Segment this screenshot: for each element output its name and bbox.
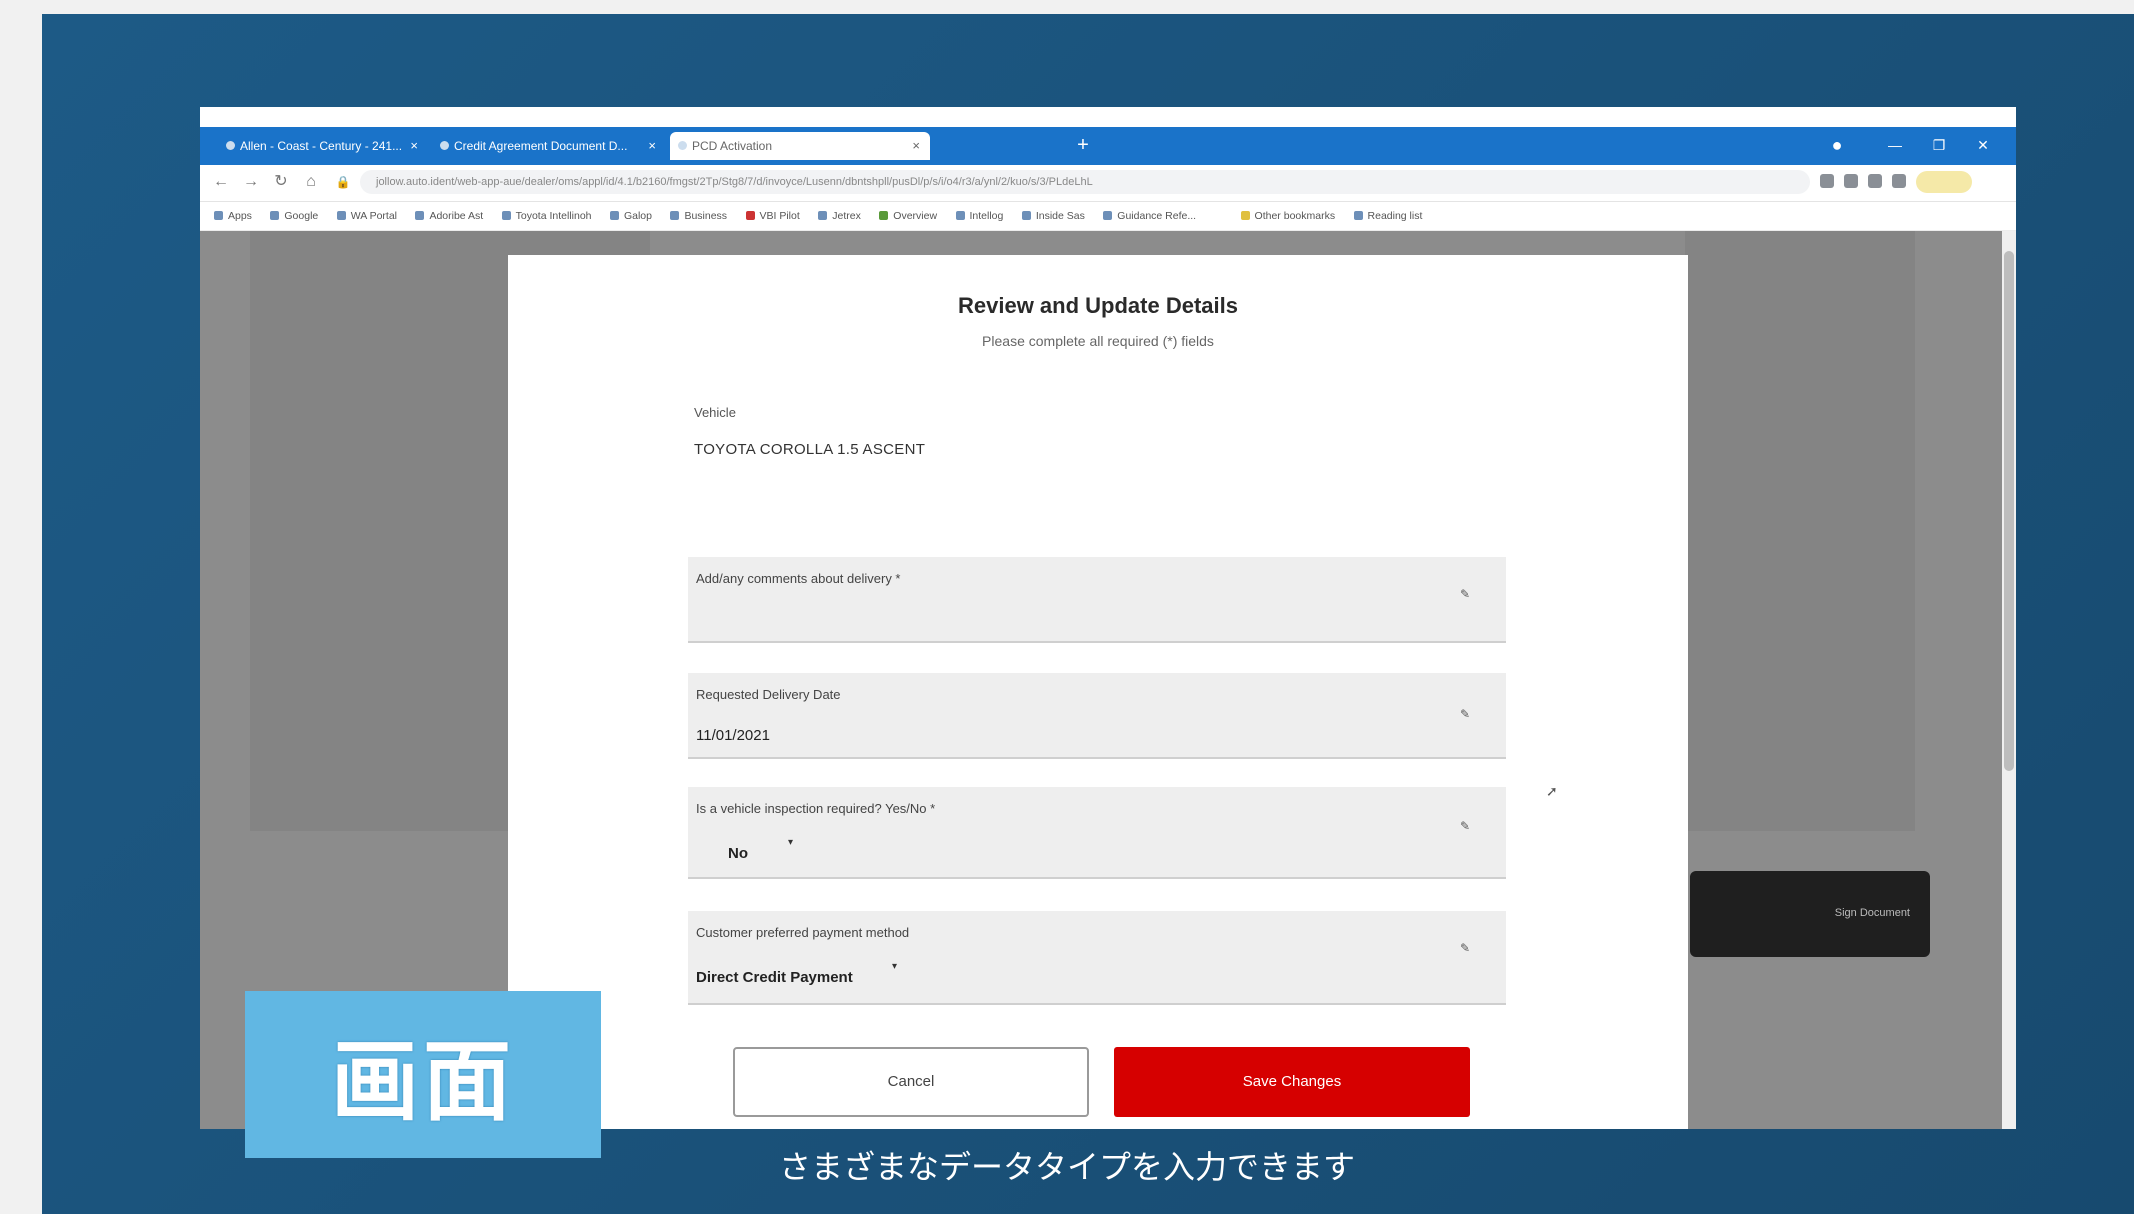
edit-pencil-icon[interactable]: ✎	[1460, 707, 1470, 721]
bookmark-favicon-icon	[955, 211, 965, 220]
close-tab-icon[interactable]: ×	[912, 132, 920, 160]
bookmark-favicon-icon	[270, 211, 280, 220]
bookmark-favicon-icon	[670, 211, 680, 220]
bookmark-item[interactable]: Adoribe Ast	[415, 202, 483, 230]
mouse-cursor-icon: ➚	[1546, 783, 1558, 799]
scrollbar[interactable]	[2002, 231, 2016, 1129]
bookmark-favicon-icon	[1021, 211, 1031, 220]
extension-icon[interactable]	[1868, 174, 1882, 188]
dropdown-caret-icon[interactable]: ▾	[892, 961, 897, 972]
tab-credit-agreement[interactable]: Credit Agreement Document D... ×	[432, 132, 666, 160]
bookmark-item[interactable]: VBI Pilot	[745, 202, 800, 230]
vehicle-label: Vehicle	[694, 405, 736, 420]
extension-icon[interactable]	[1844, 174, 1858, 188]
modal-title: Review and Update Details	[958, 293, 1238, 318]
video-caption: さまざまなデータタイプを入力できます	[778, 1148, 1355, 1186]
bookmark-item[interactable]: Business	[670, 202, 727, 230]
bookmark-favicon-icon	[609, 211, 619, 220]
screen-label-badge: 画面	[245, 991, 601, 1158]
close-tab-icon[interactable]: ×	[410, 132, 418, 160]
bookmarks-bar: Apps Google WA Portal Adoribe Ast Toyota…	[200, 202, 2016, 231]
edit-pencil-icon[interactable]: ✎	[1460, 587, 1470, 601]
field-label: Customer preferred payment method	[696, 925, 910, 940]
modal-subtitle: Please complete all required (*) fields	[982, 333, 1214, 349]
tab-favicon-icon	[440, 141, 449, 150]
address-bar[interactable]: jollow.auto.ident/web-app-aue/dealer/oms…	[360, 170, 1810, 194]
payment-method-select[interactable]: Customer preferred payment method Direct…	[688, 911, 1506, 1005]
edit-pencil-icon[interactable]: ✎	[1460, 819, 1470, 833]
toast-label: Sign Document	[1834, 907, 1910, 919]
profile-button[interactable]	[1916, 171, 1972, 193]
reload-icon[interactable]: ↻	[270, 171, 292, 193]
tab-favicon-icon	[226, 141, 235, 150]
bookmark-item[interactable]: WA Portal	[336, 202, 397, 230]
bookmark-item[interactable]: Guidance Refe...	[1103, 202, 1196, 230]
toolbar: ← → ↻ ⌂ 🔒 jollow.auto.ident/web-app-aue/…	[200, 165, 2016, 202]
tab-label: Credit Agreement Document D...	[454, 139, 628, 153]
vehicle-value: TOYOTA COROLLA 1.5 ASCENT	[694, 441, 926, 458]
home-icon[interactable]: ⌂	[300, 171, 322, 193]
apps-icon	[214, 211, 223, 220]
tab-pcd-activation[interactable]: PCD Activation ×	[670, 132, 930, 160]
field-label: Requested Delivery Date	[696, 687, 841, 702]
bookmark-item[interactable]: Google	[270, 202, 318, 230]
lock-icon[interactable]: 🔒	[332, 171, 354, 193]
dropdown-caret-icon[interactable]: ▾	[788, 837, 793, 848]
forward-icon[interactable]: →	[240, 171, 262, 193]
minimize-button[interactable]: —	[1880, 131, 1910, 159]
maximize-button[interactable]: ❐	[1924, 131, 1954, 159]
field-value: Direct Credit Payment	[696, 969, 853, 986]
bookmark-item[interactable]: Intellog	[955, 202, 1003, 230]
tab-bar: Allen - Coast - Century - 241... × Credi…	[200, 127, 2016, 165]
badge-text: 画面	[330, 1030, 515, 1133]
back-icon[interactable]: ←	[210, 171, 232, 193]
bookmark-favicon-icon	[818, 211, 828, 220]
sign-document-toast[interactable]: Sign Document	[1690, 871, 1930, 957]
bookmark-favicon-icon	[1103, 211, 1113, 220]
bookmark-item[interactable]: Overview	[879, 202, 937, 230]
save-changes-button[interactable]: Save Changes	[1114, 1047, 1470, 1117]
bookmark-favicon-icon	[336, 211, 346, 220]
field-value: No	[728, 845, 748, 862]
field-label: Is a vehicle inspection required? Yes/No…	[696, 801, 936, 816]
field-value: 11/01/2021	[696, 727, 770, 744]
tab-allen-coast[interactable]: Allen - Coast - Century - 241... ×	[218, 132, 428, 160]
background-panel	[1685, 231, 1915, 831]
bookmark-favicon-icon	[879, 211, 889, 220]
bookmark-item[interactable]: Jetrex	[818, 202, 861, 230]
field-label: Add/any comments about delivery *	[696, 571, 901, 586]
bookmark-favicon-icon	[415, 211, 425, 220]
requested-delivery-date-field[interactable]: Requested Delivery Date 11/01/2021 ✎	[688, 673, 1506, 759]
scrollbar-thumb[interactable]	[2004, 251, 2014, 771]
delivery-comments-field[interactable]: Add/any comments about delivery * ✎	[688, 557, 1506, 643]
reading-list-icon	[1353, 211, 1363, 220]
edit-pencil-icon[interactable]: ✎	[1460, 941, 1470, 955]
bookmark-item[interactable]: Other bookmarks	[1240, 202, 1335, 230]
bookmark-star-icon[interactable]	[1820, 174, 1834, 188]
bookmark-item[interactable]: Galop	[609, 202, 652, 230]
cancel-button[interactable]: Cancel	[733, 1047, 1089, 1117]
bookmark-item[interactable]: Toyota Intellinoh	[501, 202, 592, 230]
vehicle-inspection-select[interactable]: Is a vehicle inspection required? Yes/No…	[688, 787, 1506, 879]
account-icon[interactable]: ●	[1822, 131, 1852, 159]
folder-icon	[1240, 211, 1250, 220]
tab-label: Allen - Coast - Century - 241...	[240, 139, 403, 153]
new-tab-button[interactable]: +	[1070, 131, 1096, 159]
close-window-button[interactable]: ✕	[1968, 131, 1998, 159]
tab-label: PCD Activation	[692, 139, 773, 153]
close-tab-icon[interactable]: ×	[648, 132, 656, 160]
browser-window: Allen - Coast - Century - 241... × Credi…	[200, 107, 2016, 1129]
bookmark-favicon-icon	[745, 211, 755, 220]
tab-favicon-icon	[678, 141, 687, 150]
bookmark-item[interactable]: Reading list	[1353, 202, 1422, 230]
review-details-modal: Review and Update Details Please complet…	[508, 255, 1688, 1129]
bookmark-item[interactable]: Apps	[214, 202, 252, 230]
extensions-puzzle-icon[interactable]	[1892, 174, 1906, 188]
bookmark-favicon-icon	[501, 211, 511, 220]
bookmark-item[interactable]: Inside Sas	[1021, 202, 1085, 230]
